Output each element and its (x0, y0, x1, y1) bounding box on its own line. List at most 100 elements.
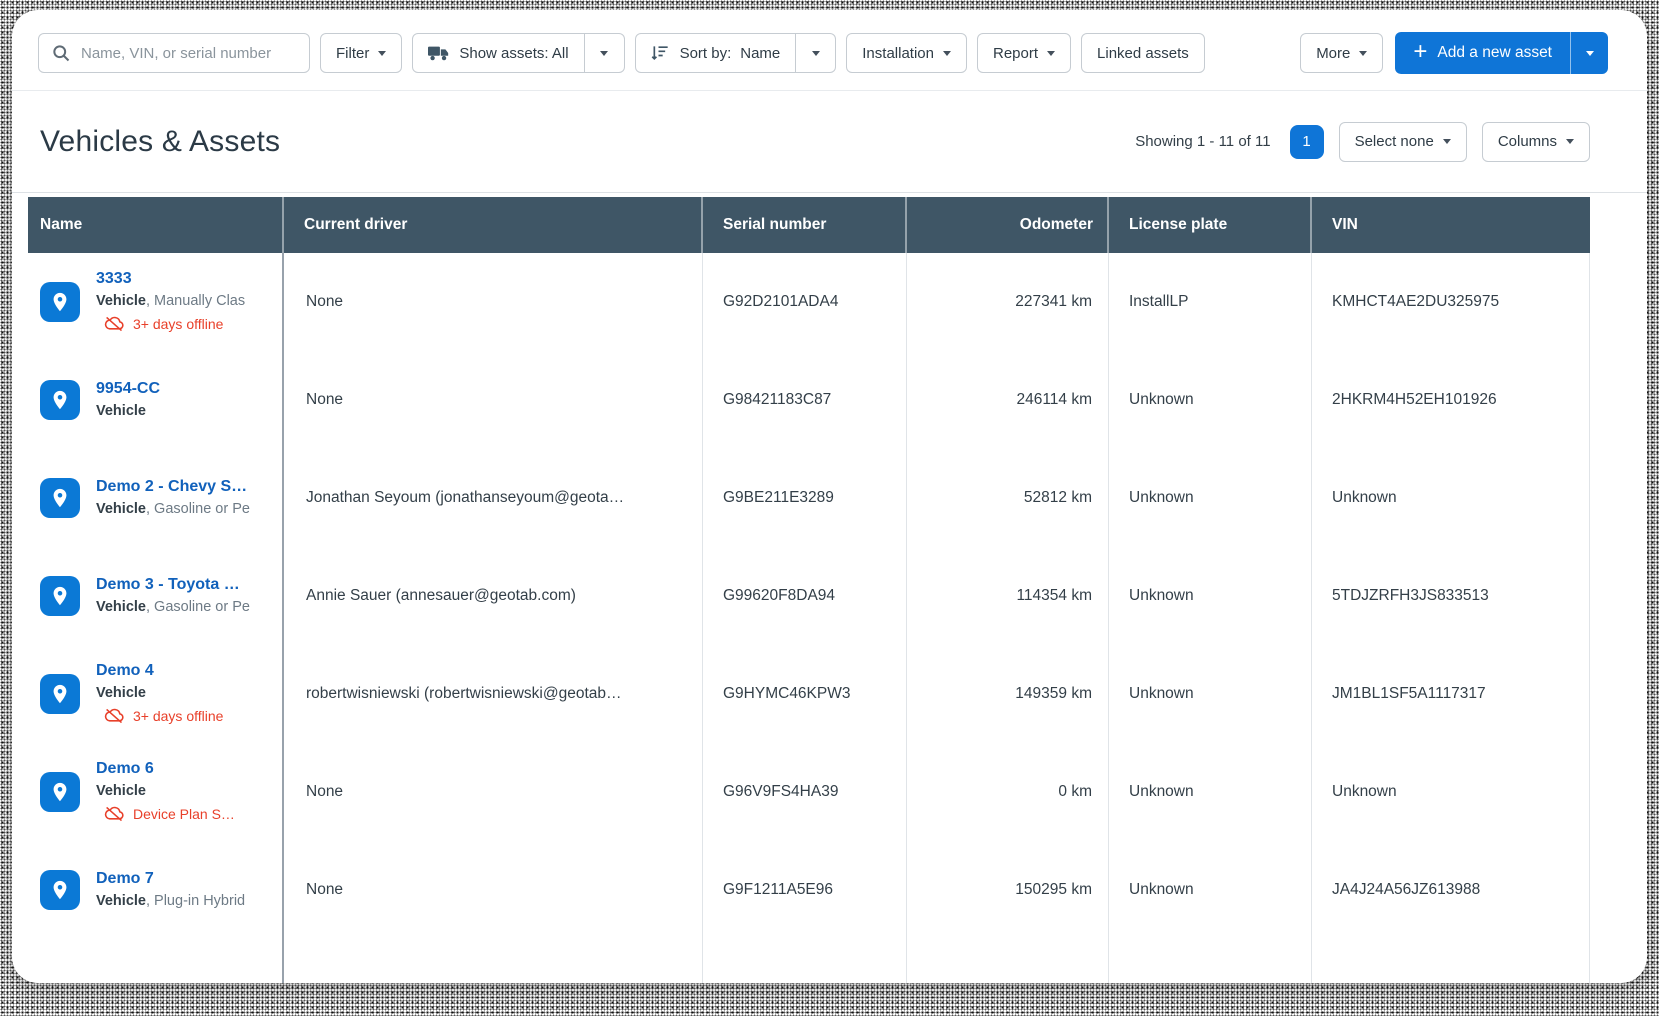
filter-button[interactable]: Filter (320, 33, 402, 73)
vehicles-assets-window: Filter Show assets: All (12, 10, 1647, 983)
column-header-license-plate[interactable]: License plate (1109, 197, 1312, 253)
table-row[interactable]: Demo 7 Vehicle, Plug-in Hybrid None (28, 841, 1590, 939)
report-button-label: Report (993, 45, 1038, 62)
search-input[interactable] (81, 45, 297, 62)
report-button[interactable]: Report (977, 33, 1071, 73)
column-header-name[interactable]: Name (28, 197, 284, 253)
show-assets-group: Show assets: All (412, 33, 624, 73)
serial-number-cell: G96V9FS4HA39 (703, 743, 907, 841)
showing-count-text: Showing 1 - 11 of 11 (1135, 133, 1270, 150)
license-plate-cell: Unknown (1109, 645, 1312, 743)
asset-type-bold: Vehicle (96, 599, 146, 615)
table-row[interactable]: Demo 4 Vehicle 3+ days offline robertwis… (28, 645, 1590, 743)
add-new-asset-button[interactable]: + Add a new asset (1395, 32, 1570, 74)
caret-down-icon (600, 51, 608, 56)
table-row[interactable]: 3333 Vehicle, Manually Clas 3+ days offl… (28, 253, 1590, 351)
cloud-offline-icon (104, 316, 125, 332)
asset-pin-icon (40, 282, 80, 322)
caret-down-icon (812, 51, 820, 56)
current-driver-cell: Jonathan Seyoum (jonathanseyoum@geota… (284, 449, 703, 547)
sort-by-dropdown-button[interactable] (796, 33, 836, 73)
asset-pin-icon (40, 772, 80, 812)
add-asset-dropdown-button[interactable] (1570, 32, 1608, 74)
serial-number-cell: G98421183C87 (703, 351, 907, 449)
asset-type-text: Vehicle (96, 682, 223, 704)
current-driver-cell: None (284, 743, 703, 841)
asset-name-link[interactable]: 9954-CC (96, 378, 160, 400)
column-header-odometer[interactable]: Odometer (907, 197, 1109, 253)
linked-assets-button-label: Linked assets (1097, 45, 1189, 62)
show-assets-label: Show assets: All (459, 45, 568, 62)
current-driver-cell: None (284, 841, 703, 939)
serial-number-cell: G9HYMC46KPW3 (703, 645, 907, 743)
asset-type-text: Vehicle (96, 780, 235, 802)
truck-icon (428, 44, 450, 62)
table-row[interactable]: 9954-CC Vehicle None G98421183C87 (28, 351, 1590, 449)
current-driver-cell: None (284, 351, 703, 449)
asset-name-link[interactable]: 3333 (96, 268, 245, 290)
caret-down-icon (1047, 51, 1055, 56)
name-cell: 9954-CC Vehicle (28, 351, 284, 449)
filter-button-label: Filter (336, 45, 369, 62)
asset-name-link[interactable]: Demo 2 - Chevy S… (96, 476, 250, 498)
sort-by-value: Name (740, 45, 780, 62)
vin-cell: 2HKRM4H52EH101926 (1312, 351, 1590, 449)
vin-cell: JM1BL1SF5A1117317 (1312, 645, 1590, 743)
serial-number-cell: G9F1211A5E96 (703, 841, 907, 939)
asset-warning: 3+ days offline (96, 312, 245, 336)
columns-button[interactable]: Columns (1482, 122, 1590, 162)
asset-name-link[interactable]: Demo 4 (96, 660, 223, 682)
license-plate-cell: Unknown (1109, 449, 1312, 547)
table-filler-row (28, 939, 1590, 983)
show-assets-button[interactable]: Show assets: All (412, 33, 584, 73)
more-button[interactable]: More (1300, 33, 1383, 73)
asset-pin-icon (40, 870, 80, 910)
odometer-cell: 246114 km (907, 351, 1109, 449)
asset-name-link[interactable]: Demo 6 (96, 758, 235, 780)
table-row[interactable]: Demo 2 - Chevy S… Vehicle, Gasoline or P… (28, 449, 1590, 547)
license-plate-cell: InstallLP (1109, 253, 1312, 351)
asset-name-link[interactable]: Demo 3 - Toyota … (96, 574, 250, 596)
select-none-button[interactable]: Select none (1339, 122, 1467, 162)
table-header-row: Name Current driver Serial number Odomet… (28, 197, 1590, 253)
caret-down-icon (1359, 51, 1367, 56)
caret-down-icon (1566, 139, 1574, 144)
caret-down-icon (943, 51, 951, 56)
asset-type-bold: Vehicle (96, 783, 146, 799)
vin-cell: 5TDJZRFH3JS833513 (1312, 547, 1590, 645)
add-new-asset-label: Add a new asset (1437, 44, 1552, 62)
asset-warning-text: Device Plan S… (133, 802, 235, 826)
sort-by-label: Sort by: (680, 45, 732, 62)
sort-by-button[interactable]: Sort by: Name (635, 33, 797, 73)
asset-pin-icon (40, 380, 80, 420)
column-header-vin[interactable]: VIN (1312, 197, 1590, 253)
select-none-label: Select none (1355, 133, 1434, 150)
installation-button[interactable]: Installation (846, 33, 967, 73)
asset-name-link[interactable]: Demo 7 (96, 868, 245, 890)
sort-ascending-icon (651, 43, 671, 63)
column-header-current-driver[interactable]: Current driver (284, 197, 703, 253)
current-driver-cell: Annie Sauer (annesauer@geotab.com) (284, 547, 703, 645)
odometer-cell: 114354 km (907, 547, 1109, 645)
linked-assets-button[interactable]: Linked assets (1081, 33, 1205, 73)
current-driver-cell: None (284, 253, 703, 351)
asset-type-bold: Vehicle (96, 403, 146, 419)
odometer-cell: 0 km (907, 743, 1109, 841)
name-cell: Demo 6 Vehicle Device Plan S… (28, 743, 284, 841)
table-row[interactable]: Demo 6 Vehicle Device Plan S… None G9 (28, 743, 1590, 841)
page-header-right: Showing 1 - 11 of 11 1 Select none Colum… (1135, 122, 1590, 162)
search-box[interactable] (38, 33, 310, 73)
show-assets-dropdown-button[interactable] (585, 33, 625, 73)
page-title: Vehicles & Assets (40, 125, 280, 159)
caret-down-icon (378, 51, 386, 56)
column-header-serial-number[interactable]: Serial number (703, 197, 907, 253)
vin-cell: JA4J24A56JZ613988 (1312, 841, 1590, 939)
name-cell: 3333 Vehicle, Manually Clas 3+ days offl… (28, 253, 284, 351)
table-row[interactable]: Demo 3 - Toyota … Vehicle, Gasoline or P… (28, 547, 1590, 645)
asset-warning-text: 3+ days offline (133, 312, 223, 336)
page-1-button[interactable]: 1 (1290, 125, 1324, 159)
vin-cell: Unknown (1312, 743, 1590, 841)
add-asset-split-button: + Add a new asset (1395, 32, 1608, 74)
asset-type-text: Vehicle (96, 400, 160, 422)
serial-number-cell: G99620F8DA94 (703, 547, 907, 645)
